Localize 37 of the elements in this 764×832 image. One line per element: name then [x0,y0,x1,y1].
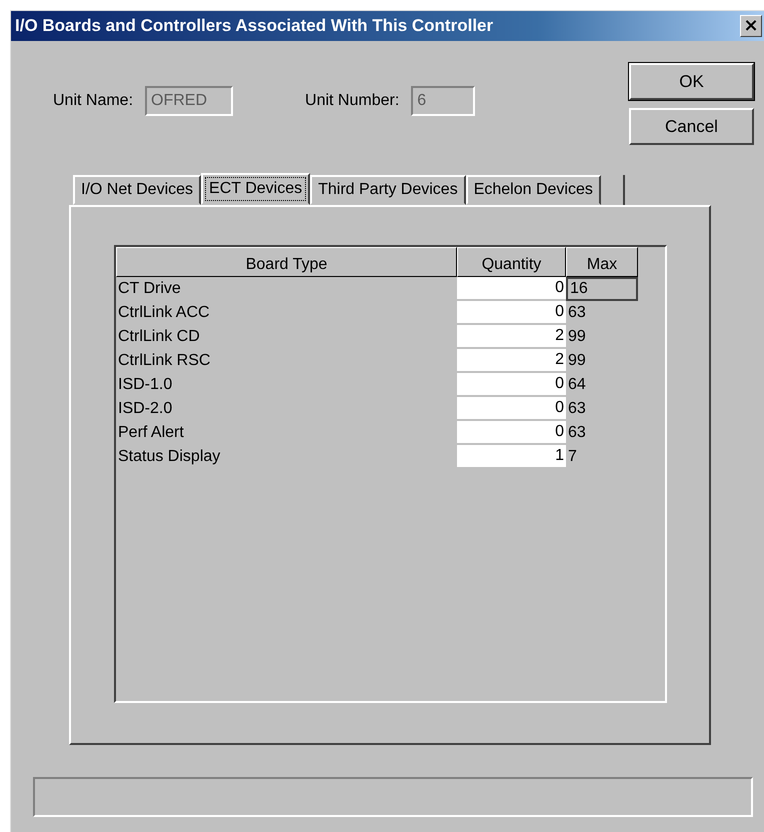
quantity-cell[interactable]: 0 [457,397,566,421]
quantity-cell[interactable]: 0 [457,301,566,325]
quantity-cell[interactable]: 0 [457,421,566,445]
table-cell-text: Perf Alert [117,423,185,443]
table-cell-text: CtrlLink RSC [117,351,212,371]
table-cell-text: 63 [567,303,587,323]
column-header[interactable]: Quantity [457,247,566,277]
quantity-cell[interactable]: 1 [457,445,566,469]
table-cell-text: ISD-1.0 [117,375,174,395]
cancel-button[interactable]: Cancel [629,108,754,145]
field-label: Unit Number: [305,92,400,110]
tab[interactable]: ECT Devices [201,173,310,205]
table-cell-text: 7 [567,447,578,467]
table-cell-text: 63 [567,423,587,443]
table-cell-text: CtrlLink CD [117,327,201,347]
table-cell-text: 99 [567,327,587,347]
table-cell: 16 [566,277,638,301]
table-cell-text: ISD-2.0 [117,399,174,419]
tab[interactable]: Echelon Devices [466,175,601,205]
field-label: Unit Name: [53,92,134,110]
table-cell-text: CT Drive [117,279,182,299]
quantity-cell[interactable]: 2 [457,349,566,373]
table-cell-text: CtrlLink ACC [117,303,211,323]
table-cell-text: 64 [567,375,587,395]
tab[interactable]: I/O Net Devices [73,175,202,205]
quantity-cell[interactable]: 0 [457,277,566,301]
column-header[interactable]: Max [566,247,638,277]
close-button[interactable]: × [740,15,762,37]
table-cell-text: Status Display [117,447,222,467]
quantity-cell[interactable]: 0 [457,373,566,397]
table-cell-text: 99 [567,351,587,371]
quantity-cell[interactable]: 2 [457,325,566,349]
window-title: I/O Boards and Controllers Associated With This Controller [15,16,494,36]
column-header[interactable]: Board Type [116,247,457,277]
tab[interactable]: Third Party Devices [310,175,466,205]
ok-button[interactable]: OK [629,63,754,100]
table-cell-text: 63 [567,399,587,419]
